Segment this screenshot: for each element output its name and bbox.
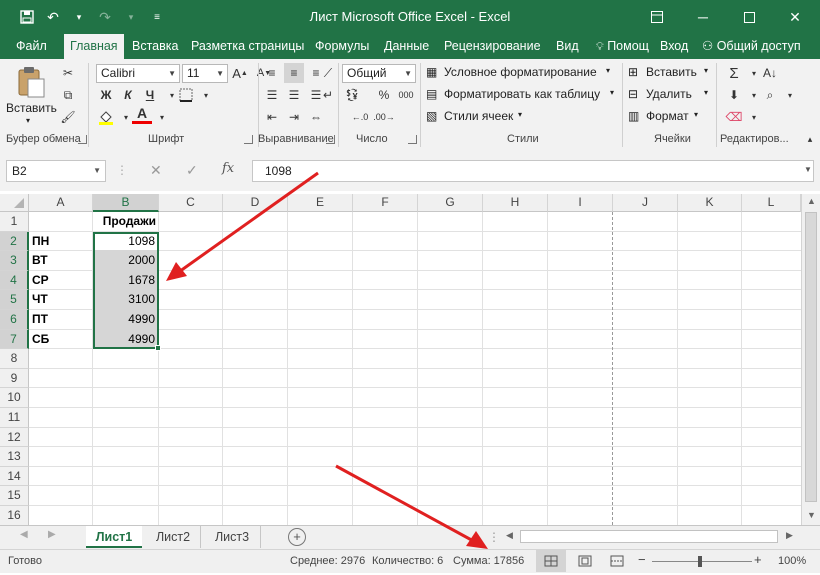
row-header-14[interactable]: 14	[0, 466, 29, 487]
cell-b2[interactable]: 1098	[93, 232, 159, 252]
zoom-in-icon[interactable]: +	[754, 552, 762, 567]
column-header-g[interactable]: G	[418, 194, 483, 212]
status-bar: Готово Среднее: 2976 Количество: 6 Сумма…	[0, 549, 820, 573]
column-header-e[interactable]: E	[288, 194, 353, 212]
row-gridline	[29, 485, 801, 487]
normal-view-button[interactable]	[536, 550, 566, 572]
scroll-up-icon[interactable]: ▲	[807, 196, 816, 206]
page-break-view-button[interactable]	[602, 550, 632, 572]
page-break-icon	[610, 555, 624, 567]
column-header-k[interactable]: K	[678, 194, 742, 212]
scroll-left-icon[interactable]: ◀	[506, 530, 513, 541]
horizontal-scroll-thumb[interactable]	[520, 530, 778, 543]
column-gridline	[287, 212, 288, 525]
column-header-b[interactable]: B	[93, 194, 159, 212]
zoom-slider[interactable]	[652, 561, 752, 562]
cell-b7[interactable]: 4990	[93, 330, 159, 350]
horizontal-scrollbar[interactable]: ◀ ▶	[502, 528, 798, 546]
cell-a2[interactable]: ПН	[29, 232, 93, 252]
row-gridline	[29, 446, 801, 448]
add-sheet-icon[interactable]: +	[288, 528, 306, 546]
column-header-i[interactable]: I	[548, 194, 613, 212]
cell-a3[interactable]: ВТ	[29, 251, 93, 271]
row-gridline	[29, 367, 801, 369]
row-header-9[interactable]: 9	[0, 368, 29, 389]
column-gridline	[222, 212, 223, 525]
select-all-corner[interactable]	[0, 194, 29, 212]
row-header-2[interactable]: 2	[0, 231, 29, 252]
cell-a6[interactable]: ПТ	[29, 310, 93, 330]
page-layout-view-button[interactable]	[570, 550, 600, 572]
scroll-right-icon[interactable]: ▶	[786, 530, 793, 541]
cell-b1[interactable]: Продажи	[93, 212, 159, 232]
row-header-1[interactable]: 1	[0, 212, 29, 232]
column-gridline	[741, 212, 742, 525]
column-header-f[interactable]: F	[353, 194, 418, 212]
page-layout-icon	[578, 555, 592, 567]
normal-view-icon	[544, 555, 558, 567]
sheet-next-icon[interactable]: ▶	[48, 529, 56, 540]
column-gridline	[547, 212, 548, 525]
status-sum: Сумма: 17856	[453, 555, 525, 567]
row-header-6[interactable]: 6	[0, 310, 29, 330]
cell-b4[interactable]: 1678	[93, 271, 159, 291]
row-header-15[interactable]: 15	[0, 486, 29, 506]
column-gridline	[417, 212, 418, 525]
select-all-icon	[14, 198, 24, 208]
row-gridline	[29, 387, 801, 389]
cell-a7[interactable]: СБ	[29, 330, 93, 350]
row-header-10[interactable]: 10	[0, 388, 29, 408]
column-header-c[interactable]: C	[159, 194, 223, 212]
row-header-4[interactable]: 4	[0, 270, 29, 291]
sheet-tabs-bar: ◀ ▶ Лист1 Лист2 Лист3 + ⋮ ◀ ▶	[0, 525, 820, 549]
row-gridline	[29, 465, 801, 467]
column-gridline	[612, 212, 614, 525]
cell-b6[interactable]: 4990	[93, 310, 159, 330]
cell-a5[interactable]: ЧТ	[29, 290, 93, 310]
worksheet-grid[interactable]: A B C D E F G H I J K L 1 2 3 4 5 6 7 8 9 10 11 12 13 14 15 16 Прода…	[0, 0, 820, 572]
vertical-scrollbar[interactable]: ▲ ▼	[801, 194, 820, 525]
status-ready: Готово	[8, 555, 42, 567]
column-header-d[interactable]: D	[223, 194, 288, 212]
cell-a4[interactable]: СР	[29, 271, 93, 291]
status-average: Среднее: 2976	[290, 555, 366, 567]
row-gridline	[29, 505, 801, 506]
row-header-3[interactable]: 3	[0, 251, 29, 271]
tab-split-grip-icon[interactable]: ⋮	[488, 530, 500, 544]
column-header-j[interactable]: J	[613, 194, 678, 212]
column-header-h[interactable]: H	[483, 194, 548, 212]
vertical-scroll-thumb[interactable]	[805, 212, 817, 502]
cell-b5[interactable]: 3100	[93, 290, 159, 310]
row-header-12[interactable]: 12	[0, 427, 29, 448]
row-header-8[interactable]: 8	[0, 349, 29, 369]
sheet-tab-3[interactable]: Лист3	[204, 526, 261, 548]
row-gridline	[29, 426, 801, 428]
column-header-l[interactable]: L	[742, 194, 801, 212]
row-header-13[interactable]: 13	[0, 447, 29, 467]
cell-b3[interactable]: 2000	[93, 251, 159, 271]
column-gridline	[677, 212, 678, 525]
row-header-5[interactable]: 5	[0, 290, 29, 310]
column-gridline	[352, 212, 353, 525]
column-gridline	[482, 212, 483, 525]
sheet-tab-2[interactable]: Лист2	[146, 526, 201, 548]
row-header-7[interactable]: 7	[0, 329, 29, 350]
column-header-a[interactable]: A	[29, 194, 93, 212]
row-header-16[interactable]: 16	[0, 506, 29, 526]
zoom-out-icon[interactable]: −	[638, 552, 646, 567]
zoom-slider-thumb[interactable]	[698, 556, 702, 567]
zoom-level[interactable]: 100%	[778, 555, 806, 567]
sheet-tab-1[interactable]: Лист1	[86, 526, 142, 548]
row-gridline	[29, 407, 801, 408]
status-count: Количество: 6	[372, 555, 444, 567]
row-header-11[interactable]: 11	[0, 408, 29, 428]
sheet-prev-icon[interactable]: ◀	[20, 529, 28, 540]
scroll-down-icon[interactable]: ▼	[807, 510, 816, 520]
